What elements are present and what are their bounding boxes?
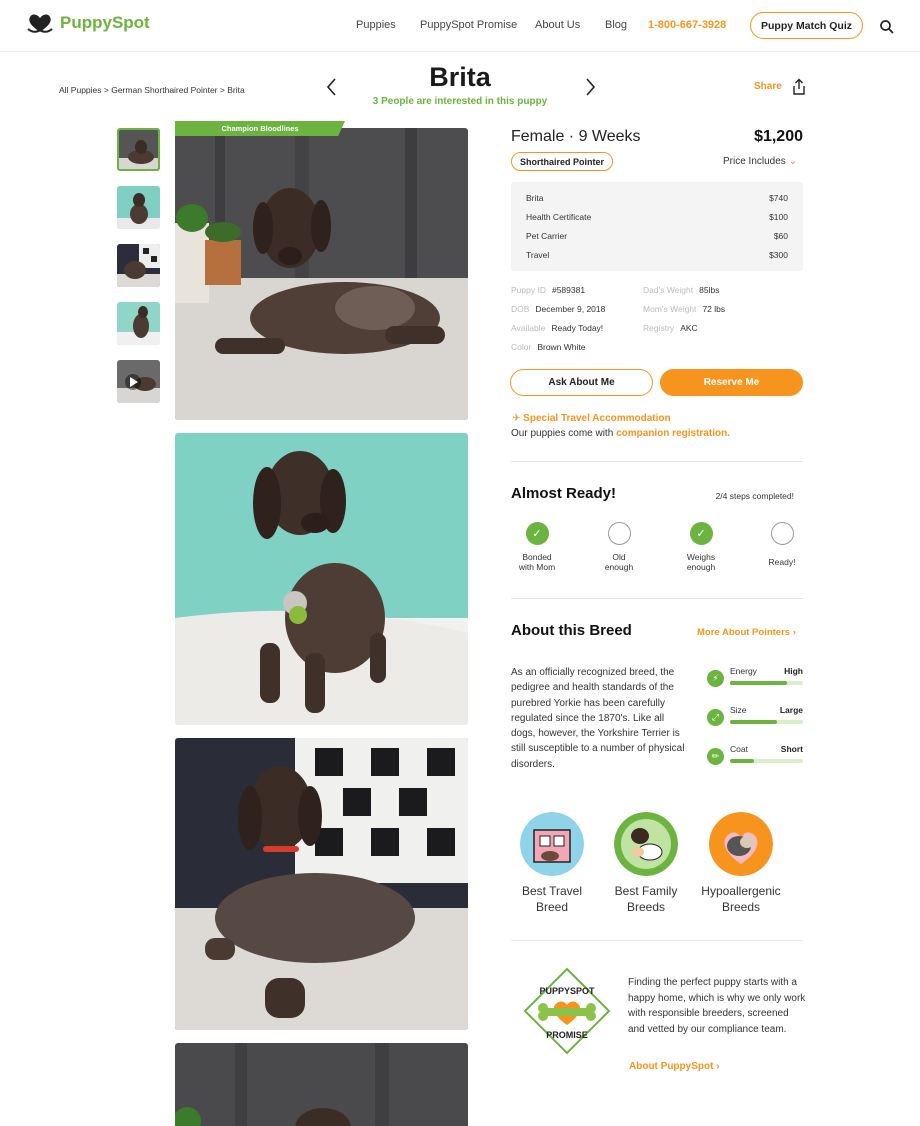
steps-progress: 2/4 steps completed! <box>715 491 794 501</box>
thumbnail-3[interactable] <box>117 244 160 287</box>
ask-about-me-button[interactable]: Ask About Me <box>510 369 653 396</box>
empty-circle-icon <box>607 522 631 545</box>
fact-dad-weight: Dad's Weight 85lbs <box>643 285 720 295</box>
category-best-family[interactable]: Best Family Breeds <box>596 812 696 915</box>
check-icon: ✓ <box>525 522 549 545</box>
previous-puppy-arrow-icon[interactable] <box>324 77 340 97</box>
promise-text: Finding the perfect puppy starts with a … <box>628 977 806 1035</box>
interest-count: 3 People are interested in this puppy <box>372 96 548 107</box>
paw-heart-logo-icon <box>27 14 53 33</box>
lightning-icon: ⚡ <box>707 670 724 687</box>
price-line: Brita $740 <box>526 193 788 203</box>
nav-promise[interactable]: PuppySpot Promise <box>420 19 517 31</box>
nav-about-us[interactable]: About Us <box>535 19 580 31</box>
fact-available: Available Ready Today! <box>511 323 604 333</box>
divider <box>511 598 803 599</box>
promise-logo-top: PUPPYSPOT <box>539 986 595 996</box>
price-line: Travel $300 <box>526 250 788 260</box>
puppy-photo-2[interactable] <box>175 433 468 725</box>
companion-registration-link[interactable]: companion registration. <box>616 428 730 439</box>
nav-blog[interactable]: Blog <box>605 19 627 31</box>
fact-mom-weight: Mom's Weight 72 lbs <box>643 304 726 314</box>
brush-icon: ✏ <box>707 748 724 765</box>
step-bonded: ✓ Bonded with Mom <box>507 522 567 572</box>
puppy-photo-3[interactable] <box>175 738 468 1030</box>
thumbnail-1[interactable] <box>117 128 160 171</box>
resize-icon: ⤢ <box>707 709 724 726</box>
airplane-icon: ✈ <box>512 413 521 424</box>
breed-description: As an officially recognized breed, the p… <box>511 667 685 770</box>
puppy-price: $1,200 <box>754 128 803 145</box>
search-icon[interactable] <box>879 19 895 35</box>
breed-badge[interactable]: Shorthaired Pointer <box>511 152 614 171</box>
category-hypoallergenic[interactable]: Hypoallergenic Breeds <box>691 812 791 915</box>
share-label[interactable]: Share <box>754 81 782 92</box>
family-breed-icon <box>614 812 678 876</box>
readiness-title: Almost Ready! <box>511 485 617 502</box>
chevron-down-icon: ⌄ <box>788 156 797 167</box>
page-title: Brita <box>429 62 491 92</box>
breadcrumb[interactable]: All Puppies > German Shorthaired Pointer… <box>59 85 245 95</box>
fact-color: Color Brown White <box>511 342 586 352</box>
divider <box>511 461 803 462</box>
price-line: Pet Carrier $60 <box>526 231 788 241</box>
thumbnail-4[interactable] <box>117 302 160 345</box>
reserve-me-button[interactable]: Reserve Me <box>660 369 803 396</box>
step-weighs-enough: ✓ Weighs enough <box>671 522 731 572</box>
thumbnail-2[interactable] <box>117 186 160 229</box>
step-ready: Ready! <box>752 522 812 567</box>
price-includes-toggle[interactable]: Price Includes ⌄ <box>723 156 797 167</box>
category-best-travel[interactable]: Best Travel Breed <box>502 812 602 915</box>
about-breed-title: About this Breed <box>511 622 632 639</box>
about-puppyspot-link[interactable]: About PuppySpot › <box>629 1061 720 1072</box>
chevron-right-icon: › <box>716 1061 720 1072</box>
logo[interactable]: PuppySpot <box>26 12 150 34</box>
price-line: Health Certificate $100 <box>526 212 788 222</box>
hypoallergenic-breed-icon <box>709 812 773 876</box>
travel-accommodation-link[interactable]: ✈ Special Travel Accommodation <box>512 413 671 424</box>
phone-link[interactable]: 1-800-667-3928 <box>648 19 726 31</box>
more-about-pointers-link[interactable]: More About Pointers › <box>697 627 796 638</box>
sex-age: Female · 9 Weeks <box>511 128 641 145</box>
nav-puppies[interactable]: Puppies <box>356 19 396 31</box>
companion-note: Our puppies come with companion registra… <box>511 428 730 439</box>
fact-registry: Registry AKC <box>643 323 698 333</box>
price-breakdown: Brita $740 Health Certificate $100 Pet Car… <box>511 182 803 271</box>
divider <box>511 940 803 941</box>
site-header: PuppySpot Puppies PuppySpot Promise Abou… <box>0 0 920 52</box>
puppy-match-quiz-button[interactable]: Puppy Match Quiz <box>750 12 863 39</box>
trait-size: ⤢ Size Large <box>707 705 803 735</box>
trait-coat: ✏ Coat Short <box>707 744 803 774</box>
share-icon[interactable] <box>790 78 808 96</box>
brand-name: PuppySpot <box>60 13 150 32</box>
trait-energy: ⚡ Energy High <box>707 666 803 696</box>
fact-puppy-id: Puppy ID #589381 <box>511 285 586 295</box>
puppy-photo-4[interactable] <box>175 1043 468 1126</box>
fact-dob: DOB December 9, 2018 <box>511 304 606 314</box>
price-includes-label: Price Includes <box>723 156 786 167</box>
chevron-right-icon: › <box>792 627 796 638</box>
puppyspot-promise-logo: PUPPYSPOT PROMISE <box>523 967 611 1055</box>
check-icon: ✓ <box>689 522 713 545</box>
puppy-photo-1[interactable] <box>175 128 468 420</box>
travel-breed-icon <box>520 812 584 876</box>
promise-logo-bottom: PROMISE <box>546 1030 588 1040</box>
step-old-enough: Old enough <box>589 522 649 572</box>
next-puppy-arrow-icon[interactable] <box>582 77 598 97</box>
thumbnail-video[interactable] <box>117 360 160 403</box>
champion-bloodlines-ribbon: Champion Bloodlines <box>175 121 345 136</box>
empty-circle-icon <box>770 522 794 545</box>
